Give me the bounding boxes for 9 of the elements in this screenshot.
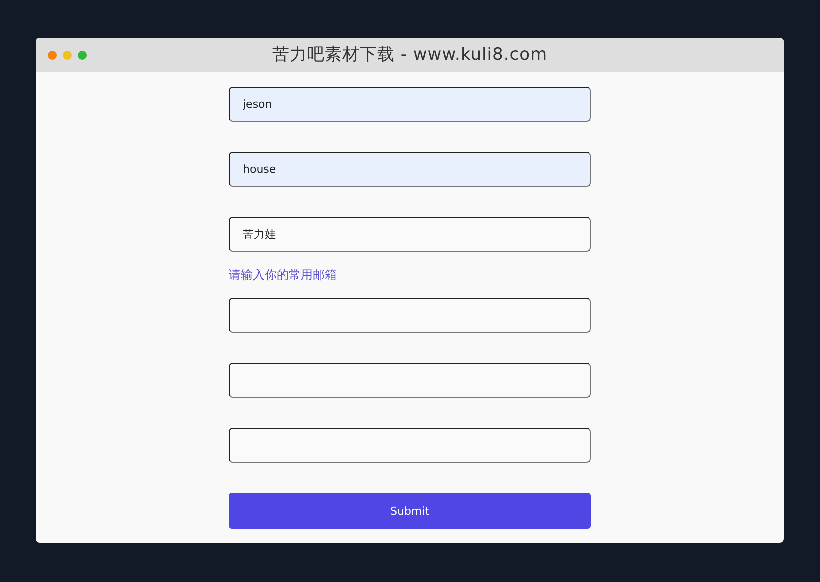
input-field[interactable]: 苦力娃 (229, 217, 591, 252)
input-field[interactable] (229, 298, 591, 333)
email-hint: 请输入你的常用邮箱 (229, 267, 337, 284)
input-field[interactable] (229, 428, 591, 463)
input-field[interactable]: house (229, 152, 591, 187)
input-field[interactable]: jeson (229, 87, 591, 122)
submit-button[interactable]: Submit (229, 493, 591, 529)
input-field[interactable] (229, 363, 591, 398)
window-title: 苦力吧素材下载 - www.kuli8.com (272, 44, 548, 67)
